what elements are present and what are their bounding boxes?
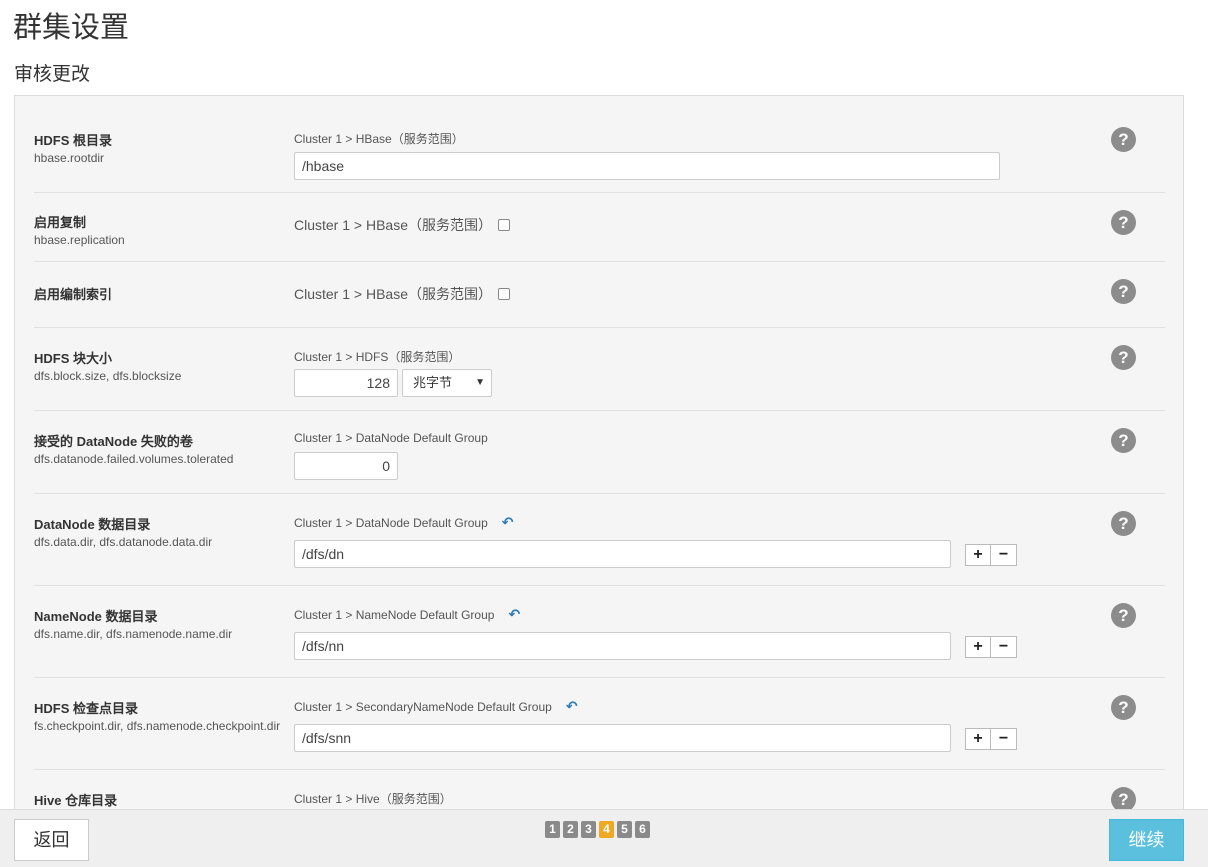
- setting-label: HDFS 根目录: [34, 133, 113, 148]
- setting-key: dfs.name.dir, dfs.namenode.name.dir: [34, 627, 233, 641]
- setting-scope: Cluster 1 > HDFS（服务范围）: [294, 350, 461, 364]
- setting-row-failed-volumes: 接受的 DataNode 失败的卷 dfs.datanode.failed.vo…: [34, 411, 1165, 494]
- setting-row-datanode-dir: DataNode 数据目录 dfs.data.dir, dfs.datanode…: [34, 494, 1165, 586]
- wizard-steps: 1 2 3 4 5 6: [545, 821, 650, 838]
- help-icon[interactable]: ?: [1111, 127, 1136, 152]
- chevron-down-icon: ▼: [475, 377, 485, 388]
- setting-row-block-size: HDFS 块大小 dfs.block.size, dfs.blocksize C…: [34, 328, 1165, 411]
- setting-row-checkpoint-dir: HDFS 检查点目录 fs.checkpoint.dir, dfs.nameno…: [34, 678, 1165, 770]
- wizard-footer: 返回 1 2 3 4 5 6 继续: [0, 809, 1208, 867]
- page-title: 群集设置: [13, 12, 130, 44]
- step-indicator: 1: [545, 821, 560, 838]
- setting-label: DataNode 数据目录: [34, 517, 151, 532]
- setting-scope: Cluster 1 > DataNode Default Group: [294, 431, 488, 445]
- datanode-dir-input[interactable]: /dfs/dn: [294, 540, 951, 568]
- help-icon[interactable]: ?: [1111, 695, 1136, 720]
- setting-scope: Cluster 1 > DataNode Default Group ↶: [294, 514, 514, 531]
- setting-row-hbase-rootdir: HDFS 根目录 hbase.rootdir Cluster 1 > HBase…: [34, 96, 1165, 193]
- setting-key: dfs.block.size, dfs.blocksize: [34, 369, 182, 383]
- setting-label: HDFS 块大小: [34, 351, 113, 366]
- minus-icon[interactable]: −: [991, 544, 1017, 566]
- setting-scope: Cluster 1 > HBase（服务范围）: [294, 132, 464, 146]
- setting-key: dfs.datanode.failed.volumes.tolerated: [34, 452, 234, 466]
- setting-scope-text: Cluster 1 > HBase（服务范围）: [294, 217, 492, 233]
- setting-scope: Cluster 1 > Hive（服务范围）: [294, 792, 452, 806]
- setting-scope-text: Cluster 1 > HBase（服务范围）: [294, 286, 492, 302]
- indexing-checkbox[interactable]: [498, 288, 510, 300]
- datanode-dir-button-group: + −: [965, 544, 1017, 566]
- help-icon[interactable]: ?: [1111, 210, 1136, 235]
- setting-key: hbase.rootdir: [34, 151, 105, 165]
- help-icon[interactable]: ?: [1111, 345, 1136, 370]
- setting-label: NameNode 数据目录: [34, 609, 158, 624]
- block-size-input[interactable]: 128: [294, 369, 398, 397]
- step-indicator: 3: [581, 821, 596, 838]
- undo-icon[interactable]: ↶: [508, 606, 520, 622]
- replication-checkbox[interactable]: [498, 219, 510, 231]
- setting-key: fs.checkpoint.dir, dfs.namenode.checkpoi…: [34, 719, 281, 733]
- plus-icon[interactable]: +: [965, 636, 991, 658]
- settings-panel: HDFS 根目录 hbase.rootdir Cluster 1 > HBase…: [14, 95, 1184, 817]
- back-button[interactable]: 返回: [14, 819, 89, 861]
- undo-icon[interactable]: ↶: [502, 514, 514, 530]
- plus-icon[interactable]: +: [965, 544, 991, 566]
- setting-scope: Cluster 1 > SecondaryNameNode Default Gr…: [294, 698, 578, 715]
- continue-button[interactable]: 继续: [1109, 819, 1184, 861]
- minus-icon[interactable]: −: [991, 636, 1017, 658]
- section-title: 审核更改: [14, 64, 91, 85]
- setting-row-replication: 启用复制 hbase.replication Cluster 1 > HBase…: [34, 193, 1165, 262]
- setting-scope: Cluster 1 > HBase（服务范围）: [294, 215, 510, 235]
- setting-label: Hive 仓库目录: [34, 793, 118, 808]
- help-icon[interactable]: ?: [1111, 511, 1136, 536]
- setting-scope-text: Cluster 1 > SecondaryNameNode Default Gr…: [294, 700, 552, 714]
- minus-icon[interactable]: −: [991, 728, 1017, 750]
- setting-label: 启用编制索引: [34, 287, 113, 302]
- setting-scope: Cluster 1 > NameNode Default Group ↶: [294, 606, 520, 623]
- failed-volumes-input[interactable]: 0: [294, 452, 398, 480]
- step-indicator-active: 4: [599, 821, 614, 838]
- help-icon[interactable]: ?: [1111, 603, 1136, 628]
- block-size-unit-value: 兆字节: [413, 375, 453, 390]
- checkpoint-dir-button-group: + −: [965, 728, 1017, 750]
- block-size-unit-select[interactable]: 兆字节 ▼: [402, 369, 492, 397]
- namenode-dir-button-group: + −: [965, 636, 1017, 658]
- plus-icon[interactable]: +: [965, 728, 991, 750]
- checkpoint-dir-input[interactable]: /dfs/snn: [294, 724, 951, 752]
- step-indicator: 6: [635, 821, 650, 838]
- setting-key: hbase.replication: [34, 233, 125, 247]
- step-indicator: 2: [563, 821, 578, 838]
- setting-label: 启用复制: [34, 215, 87, 230]
- setting-label: HDFS 检查点目录: [34, 701, 139, 716]
- setting-row-namenode-dir: NameNode 数据目录 dfs.name.dir, dfs.namenode…: [34, 586, 1165, 678]
- help-icon[interactable]: ?: [1111, 428, 1136, 453]
- help-icon[interactable]: ?: [1111, 279, 1136, 304]
- setting-scope: Cluster 1 > HBase（服务范围）: [294, 284, 510, 304]
- undo-icon[interactable]: ↶: [566, 698, 578, 714]
- setting-row-indexing: 启用编制索引 Cluster 1 > HBase（服务范围） ?: [34, 262, 1165, 328]
- setting-key: dfs.data.dir, dfs.datanode.data.dir: [34, 535, 213, 549]
- hbase-rootdir-input[interactable]: /hbase: [294, 152, 1000, 180]
- namenode-dir-input[interactable]: /dfs/nn: [294, 632, 951, 660]
- setting-scope-text: Cluster 1 > DataNode Default Group: [294, 516, 488, 530]
- step-indicator: 5: [617, 821, 632, 838]
- setting-label: 接受的 DataNode 失败的卷: [34, 434, 193, 449]
- setting-scope-text: Cluster 1 > NameNode Default Group: [294, 608, 495, 622]
